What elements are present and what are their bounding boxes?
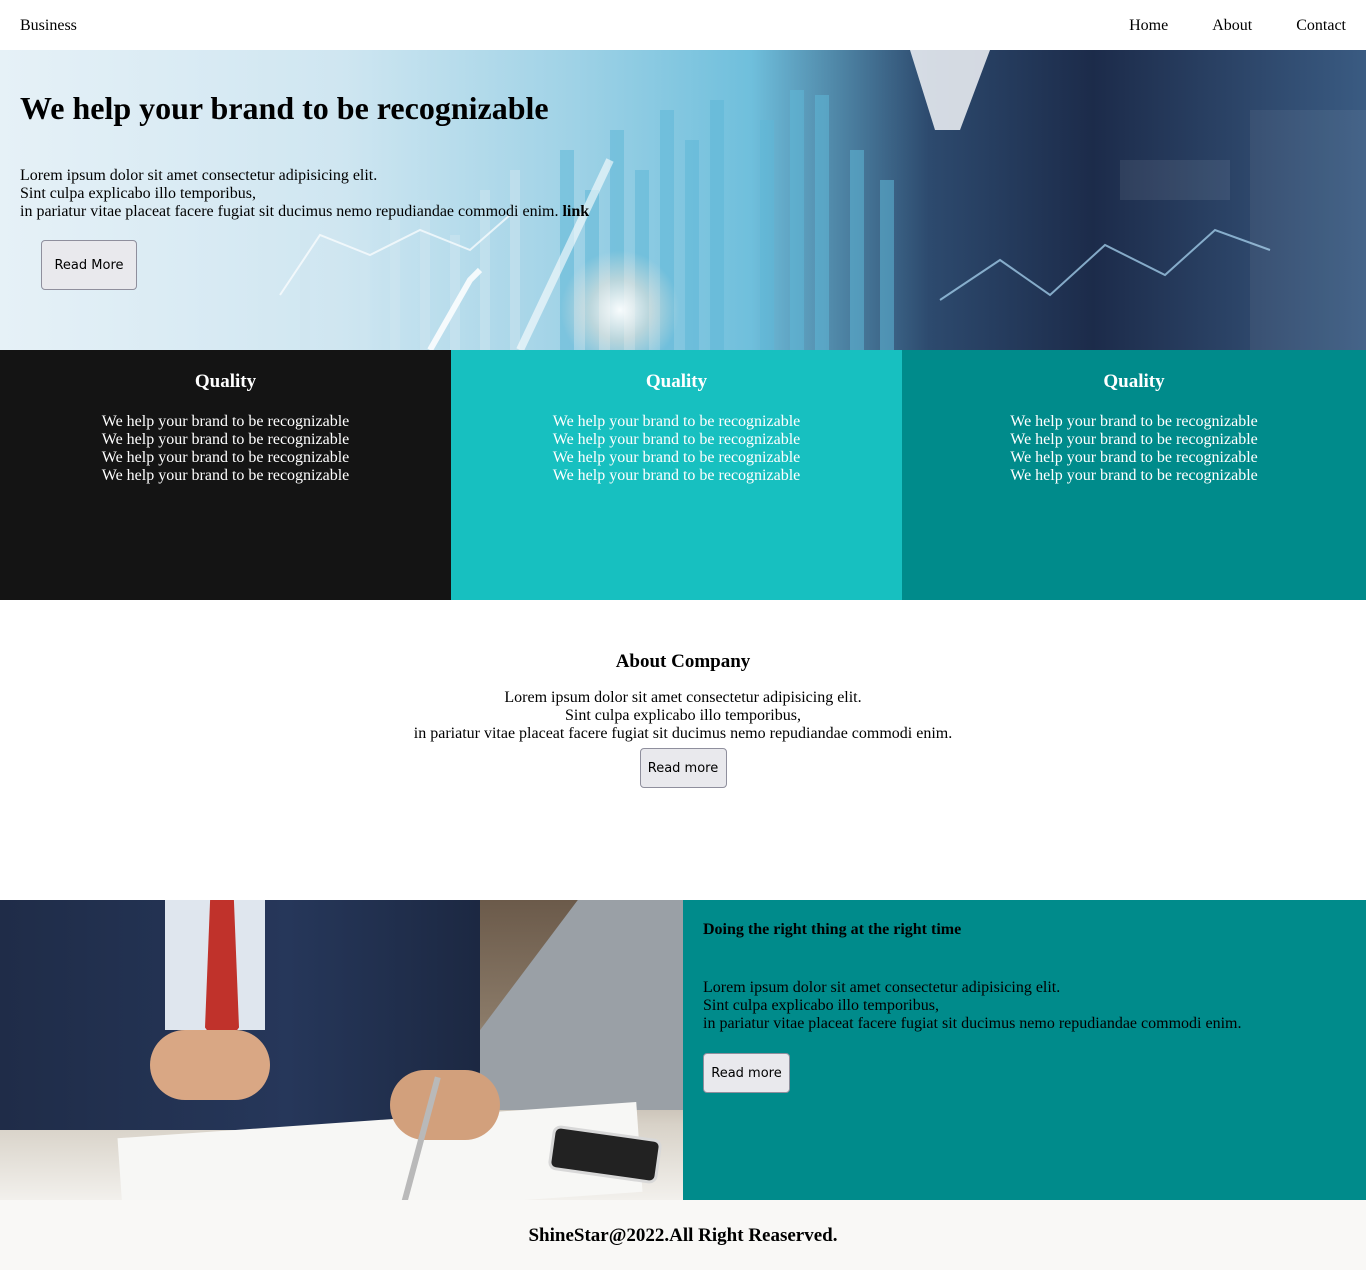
photo-tie-shape <box>205 900 239 1050</box>
about-company-section: About Company Lorem ipsum dolor sit amet… <box>0 600 1366 900</box>
nav-link-home[interactable]: Home <box>1129 17 1168 35</box>
feature-line: We help your brand to be recognizable <box>101 413 350 430</box>
photo-hands-shape <box>150 1030 270 1100</box>
feature-line: We help your brand to be recognizable <box>1010 413 1258 430</box>
feature-title: Quality <box>645 371 708 392</box>
feature-line: We help your brand to be recognizable <box>101 467 350 484</box>
hero-description: Lorem ipsum dolor sit amet consectetur a… <box>20 167 589 221</box>
hero-banner: We help your brand to be recognizable Lo… <box>0 50 1366 350</box>
about-line: Sint culpa explicabo illo temporibus, <box>565 707 801 724</box>
feature-card-teal: Quality We help your brand to be recogni… <box>902 350 1366 600</box>
feature-line: We help your brand to be recognizable <box>1010 467 1258 484</box>
about-title: About Company <box>615 651 751 672</box>
photo-hand-shape <box>390 1070 500 1140</box>
nav-links: Home About Contact <box>1129 17 1346 35</box>
split-line: Sint culpa explicabo illo temporibus, <box>703 997 939 1014</box>
hero-title: We help your brand to be recognizable <box>20 90 549 126</box>
feature-title: Quality <box>194 371 257 392</box>
feature-card-dark: Quality We help your brand to be recogni… <box>0 350 451 600</box>
feature-text: We help your brand to be recognizable We… <box>0 413 451 485</box>
page-footer: ShineStar@2022.All Right Reaserved. <box>0 1200 1366 1270</box>
about-description: Lorem ipsum dolor sit amet consectetur a… <box>0 689 1366 743</box>
feature-cards: Quality We help your brand to be recogni… <box>0 350 1366 600</box>
nav-link-contact[interactable]: Contact <box>1296 17 1346 35</box>
feature-text: We help your brand to be recognizable We… <box>902 413 1366 485</box>
feature-line: We help your brand to be recognizable <box>552 431 801 448</box>
nav-link-about[interactable]: About <box>1212 17 1252 35</box>
about-read-more-button[interactable]: Read more <box>639 748 727 788</box>
split-title: Doing the right thing at the right time <box>703 921 962 938</box>
feature-line: We help your brand to be recognizable <box>1010 449 1258 466</box>
about-line: in pariatur vitae placeat facere fugiat … <box>413 725 953 742</box>
top-navbar: Business Home About Contact <box>0 0 1366 50</box>
footer-copyright: ShineStar@2022.All Right Reaserved. <box>528 1225 838 1246</box>
feature-line: We help your brand to be recognizable <box>1010 431 1258 448</box>
split-line: Lorem ipsum dolor sit amet consectetur a… <box>703 979 1061 996</box>
about-line: Lorem ipsum dolor sit amet consectetur a… <box>504 689 862 706</box>
feature-line: We help your brand to be recognizable <box>101 449 350 466</box>
brand-logo-text[interactable]: Business <box>20 17 77 35</box>
feature-line: We help your brand to be recognizable <box>552 467 801 484</box>
split-read-more-button[interactable]: Read more <box>703 1053 790 1093</box>
feature-text: We help your brand to be recognizable We… <box>451 413 902 485</box>
hero-line: Lorem ipsum dolor sit amet consectetur a… <box>20 167 378 184</box>
feature-line: We help your brand to be recognizable <box>552 449 801 466</box>
feature-line: We help your brand to be recognizable <box>101 431 350 448</box>
feature-title: Quality <box>1103 371 1165 392</box>
feature-line: We help your brand to be recognizable <box>552 413 801 430</box>
hero-link[interactable]: link <box>562 203 589 220</box>
business-meeting-photo <box>0 900 683 1200</box>
hero-line: in pariatur vitae placeat facere fugiat … <box>20 203 559 220</box>
hero-line: Sint culpa explicabo illo temporibus, <box>20 185 256 202</box>
split-description: Lorem ipsum dolor sit amet consectetur a… <box>703 979 1366 1033</box>
split-section: Doing the right thing at the right time … <box>0 900 1366 1200</box>
feature-card-cyan: Quality We help your brand to be recogni… <box>451 350 902 600</box>
split-text-panel: Doing the right thing at the right time … <box>683 900 1366 1200</box>
hero-read-more-button[interactable]: Read More <box>41 240 137 290</box>
split-line: in pariatur vitae placeat facere fugiat … <box>703 1015 1242 1032</box>
